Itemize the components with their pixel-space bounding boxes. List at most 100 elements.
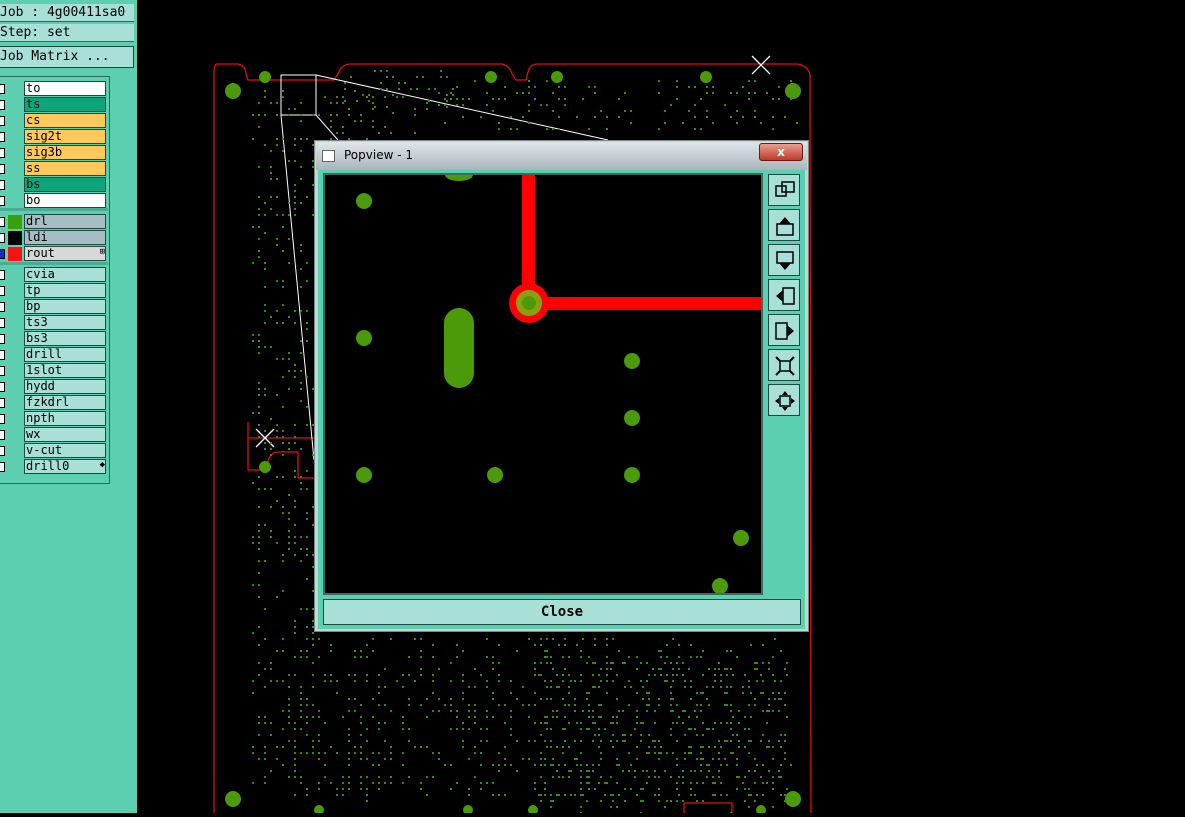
via-dot [504,746,506,748]
layer-row-drl[interactable]: drl [0,214,108,230]
job-matrix-button[interactable]: Job Matrix ... [0,46,134,68]
layer-checkbox[interactable] [0,318,5,328]
layer-name-label[interactable]: cs [24,113,106,128]
layer-checkbox[interactable] [0,414,5,424]
via-dot [336,132,338,134]
layer-name-label[interactable]: cvia [24,267,106,282]
layer-checkbox[interactable] [0,350,5,360]
layer-row-drill[interactable]: drill [0,347,108,363]
via-dot [300,704,302,706]
layer-checkbox[interactable] [0,233,5,243]
layer-checkbox[interactable] [0,398,5,408]
via-dot [598,746,600,748]
layer-row-bs[interactable]: bs [0,177,108,193]
via-dot [318,710,320,712]
zoom-fit-button[interactable] [768,174,800,206]
layer-color-swatch[interactable] [8,231,22,245]
layer-name-label[interactable]: bs3 [24,331,106,346]
layer-row-to[interactable]: to [0,81,108,97]
pan-down-button[interactable] [768,244,800,276]
layer-checkbox[interactable] [0,116,5,126]
layer-row-ldi[interactable]: ldi [0,230,108,246]
layer-row-sig2t[interactable]: sig2t [0,129,108,145]
layer-row-bs3[interactable]: bs3 [0,331,108,347]
layer-checkbox[interactable] [0,302,5,312]
layer-name-label[interactable]: drl [24,214,106,229]
layer-name-label[interactable]: sig3b [24,145,106,160]
layer-checkbox[interactable] [0,84,5,94]
pan-right-button[interactable] [768,314,800,346]
layer-checkbox[interactable] [0,180,5,190]
via-dot [294,322,296,324]
layer-checkbox[interactable] [0,462,5,472]
layer-name-label[interactable]: to [24,81,106,96]
layer-name-label[interactable]: tp [24,283,106,298]
layer-row-rout[interactable]: rout ⊞ [0,246,108,262]
layer-checkbox[interactable] [0,196,5,206]
layer-name-label[interactable]: bp [24,299,106,314]
layer-row-npth[interactable]: npth [0,411,108,427]
zoom-in-button[interactable] [768,349,800,381]
layer-row-wx[interactable]: wx [0,427,108,443]
layer-checkbox[interactable] [0,100,5,110]
pan-left-button[interactable] [768,279,800,311]
layer-row-cs[interactable]: cs [0,113,108,129]
close-button[interactable]: Close [323,599,801,625]
zoom-out-icon [775,391,795,411]
layer-row-sig3b[interactable]: sig3b [0,145,108,161]
layer-checkbox[interactable] [0,286,5,296]
layer-row-ss[interactable]: ss [0,161,108,177]
layer-name-label[interactable]: ts3 [24,315,106,330]
layer-row-bo[interactable]: bo [0,193,108,209]
layer-name-label[interactable]: wx [24,427,106,442]
layer-checkbox[interactable] [0,334,5,344]
layer-checkbox[interactable] [0,446,5,456]
layer-name-label[interactable]: bs [24,177,106,192]
layer-name-label[interactable]: ss [24,161,106,176]
popview-zoom-canvas[interactable] [323,173,763,595]
via-dot [672,674,674,676]
layer-name-label[interactable]: ldi [24,230,106,245]
layer-checkbox[interactable] [0,217,5,227]
layer-checkbox[interactable] [0,270,5,280]
layer-row-ts[interactable]: ts [0,97,108,113]
pan-up-button[interactable] [768,209,800,241]
via-dot [368,100,370,102]
layer-name-label[interactable]: v-cut [24,443,106,458]
layer-checkbox[interactable] [0,132,5,142]
via-dot [366,644,368,646]
layer-row-fzkdrl[interactable]: fzkdrl [0,395,108,411]
layer-checkbox[interactable] [0,366,5,376]
layer-checkbox[interactable] [0,430,5,440]
layer-name-label[interactable]: ts [24,97,106,112]
via-dot [562,752,564,754]
layer-row-cvia[interactable]: cvia [0,267,108,283]
layer-name-label[interactable]: drill [24,347,106,362]
layer-name-label[interactable]: fzkdrl [24,395,106,410]
layer-checkbox[interactable] [0,164,5,174]
layer-name-label[interactable]: npth [24,411,106,426]
layer-row-ts3[interactable]: ts3 [0,315,108,331]
layer-name-label[interactable]: hydd [24,379,106,394]
layer-name-label[interactable]: bo [24,193,106,208]
layer-row-1slot[interactable]: 1slot [0,363,108,379]
via-dot [580,656,582,658]
layer-name-label[interactable]: drill0 [24,459,106,474]
layer-checkbox[interactable] [0,148,5,158]
layer-row-drill0[interactable]: drill0 ◆ [0,459,108,475]
layer-checkbox[interactable] [0,249,5,259]
zoom-out-button[interactable] [768,384,800,416]
window-close-button[interactable]: x [759,143,803,161]
layer-row-tp[interactable]: tp [0,283,108,299]
popview-titlebar[interactable]: Popview - 1 x [316,142,807,170]
layer-color-swatch[interactable] [8,215,22,229]
layer-row-hydd[interactable]: hydd [0,379,108,395]
layer-color-swatch[interactable] [8,247,22,261]
layer-row-v-cut[interactable]: v-cut [0,443,108,459]
layer-row-bp[interactable]: bp [0,299,108,315]
layer-name-label[interactable]: 1slot [24,363,106,378]
layer-checkbox[interactable] [0,382,5,392]
layer-name-label[interactable]: rout [24,246,106,261]
layer-name-label[interactable]: sig2t [24,129,106,144]
via-dot [486,728,488,730]
